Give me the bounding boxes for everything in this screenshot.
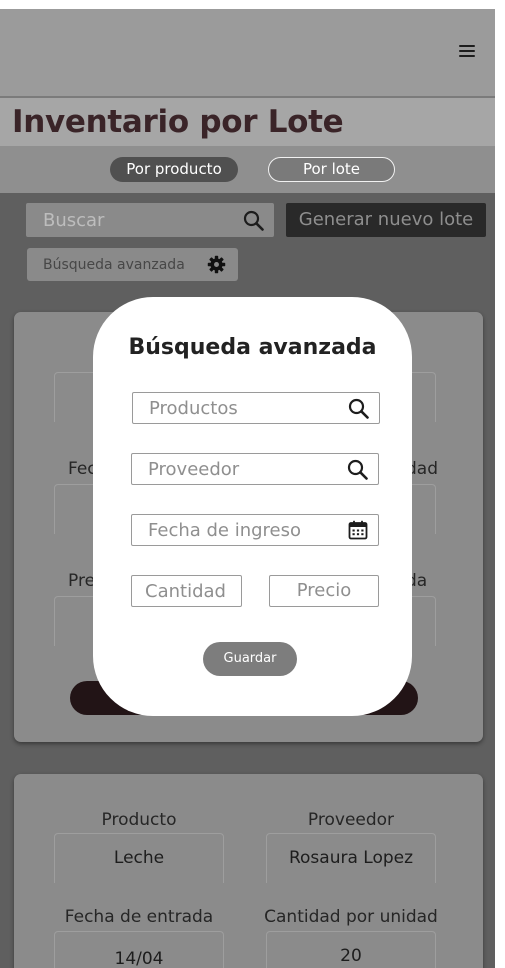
hamburger-menu-icon[interactable] — [459, 45, 475, 57]
supplier-label: Proveedor — [307, 810, 395, 830]
price-input[interactable]: Precio — [269, 575, 379, 607]
supplier-value: Rosaura Lopez — [288, 848, 414, 868]
quantity-placeholder: Cantidad — [145, 581, 226, 602]
modal-title: Búsqueda avanzada — [128, 335, 377, 360]
gear-icon — [207, 255, 226, 278]
view-tabs: Por producto Por lote — [0, 146, 495, 193]
date-value: 14/04 — [114, 949, 164, 968]
quantity-value: 20 — [340, 946, 362, 966]
price-placeholder: Precio — [296, 580, 352, 601]
date-label: Fecha de entrada — [64, 907, 214, 927]
products-placeholder: Productos — [149, 398, 238, 419]
search-icon[interactable] — [348, 398, 369, 424]
quantity-label: Cantidad por unidad — [264, 907, 438, 927]
page-title: Inventario por Lote — [12, 104, 344, 140]
save-button[interactable]: Guardar — [203, 642, 297, 676]
price-label: Pre — [68, 571, 96, 591]
products-input[interactable]: Productos — [132, 392, 380, 424]
entry-date-placeholder: Fecha de ingreso — [148, 520, 302, 541]
entry-date-input[interactable]: Fecha de ingreso — [131, 514, 379, 546]
search-placeholder: Buscar — [43, 210, 105, 231]
search-input[interactable]: Buscar — [26, 203, 274, 237]
supplier-input[interactable]: Proveedor — [131, 453, 379, 485]
tab-por-lote[interactable]: Por lote — [268, 157, 395, 182]
tab-por-producto[interactable]: Por producto — [110, 157, 238, 182]
generate-new-lot-button[interactable]: Generar nuevo lote — [286, 203, 486, 237]
search-icon[interactable] — [347, 459, 368, 485]
advanced-search-button[interactable]: Búsqueda avanzada — [27, 248, 238, 281]
title-bar: Inventario por Lote — [0, 98, 495, 146]
supplier-placeholder: Proveedor — [148, 459, 240, 480]
advanced-search-modal: Búsqueda avanzada Productos Proveedor Fe… — [93, 297, 412, 716]
product-label: Producto — [101, 810, 177, 830]
advanced-search-label: Búsqueda avanzada — [43, 257, 185, 273]
calendar-icon[interactable] — [348, 520, 368, 545]
search-icon[interactable] — [243, 210, 264, 235]
lot-card: Producto Proveedor Leche Rosaura Lopez F… — [14, 774, 483, 968]
product-value: Leche — [113, 848, 165, 868]
quantity-input[interactable]: Cantidad — [131, 575, 242, 607]
top-app-bar — [0, 9, 495, 98]
inventory-page: Inventario por Lote Por producto Por lot… — [0, 9, 495, 968]
